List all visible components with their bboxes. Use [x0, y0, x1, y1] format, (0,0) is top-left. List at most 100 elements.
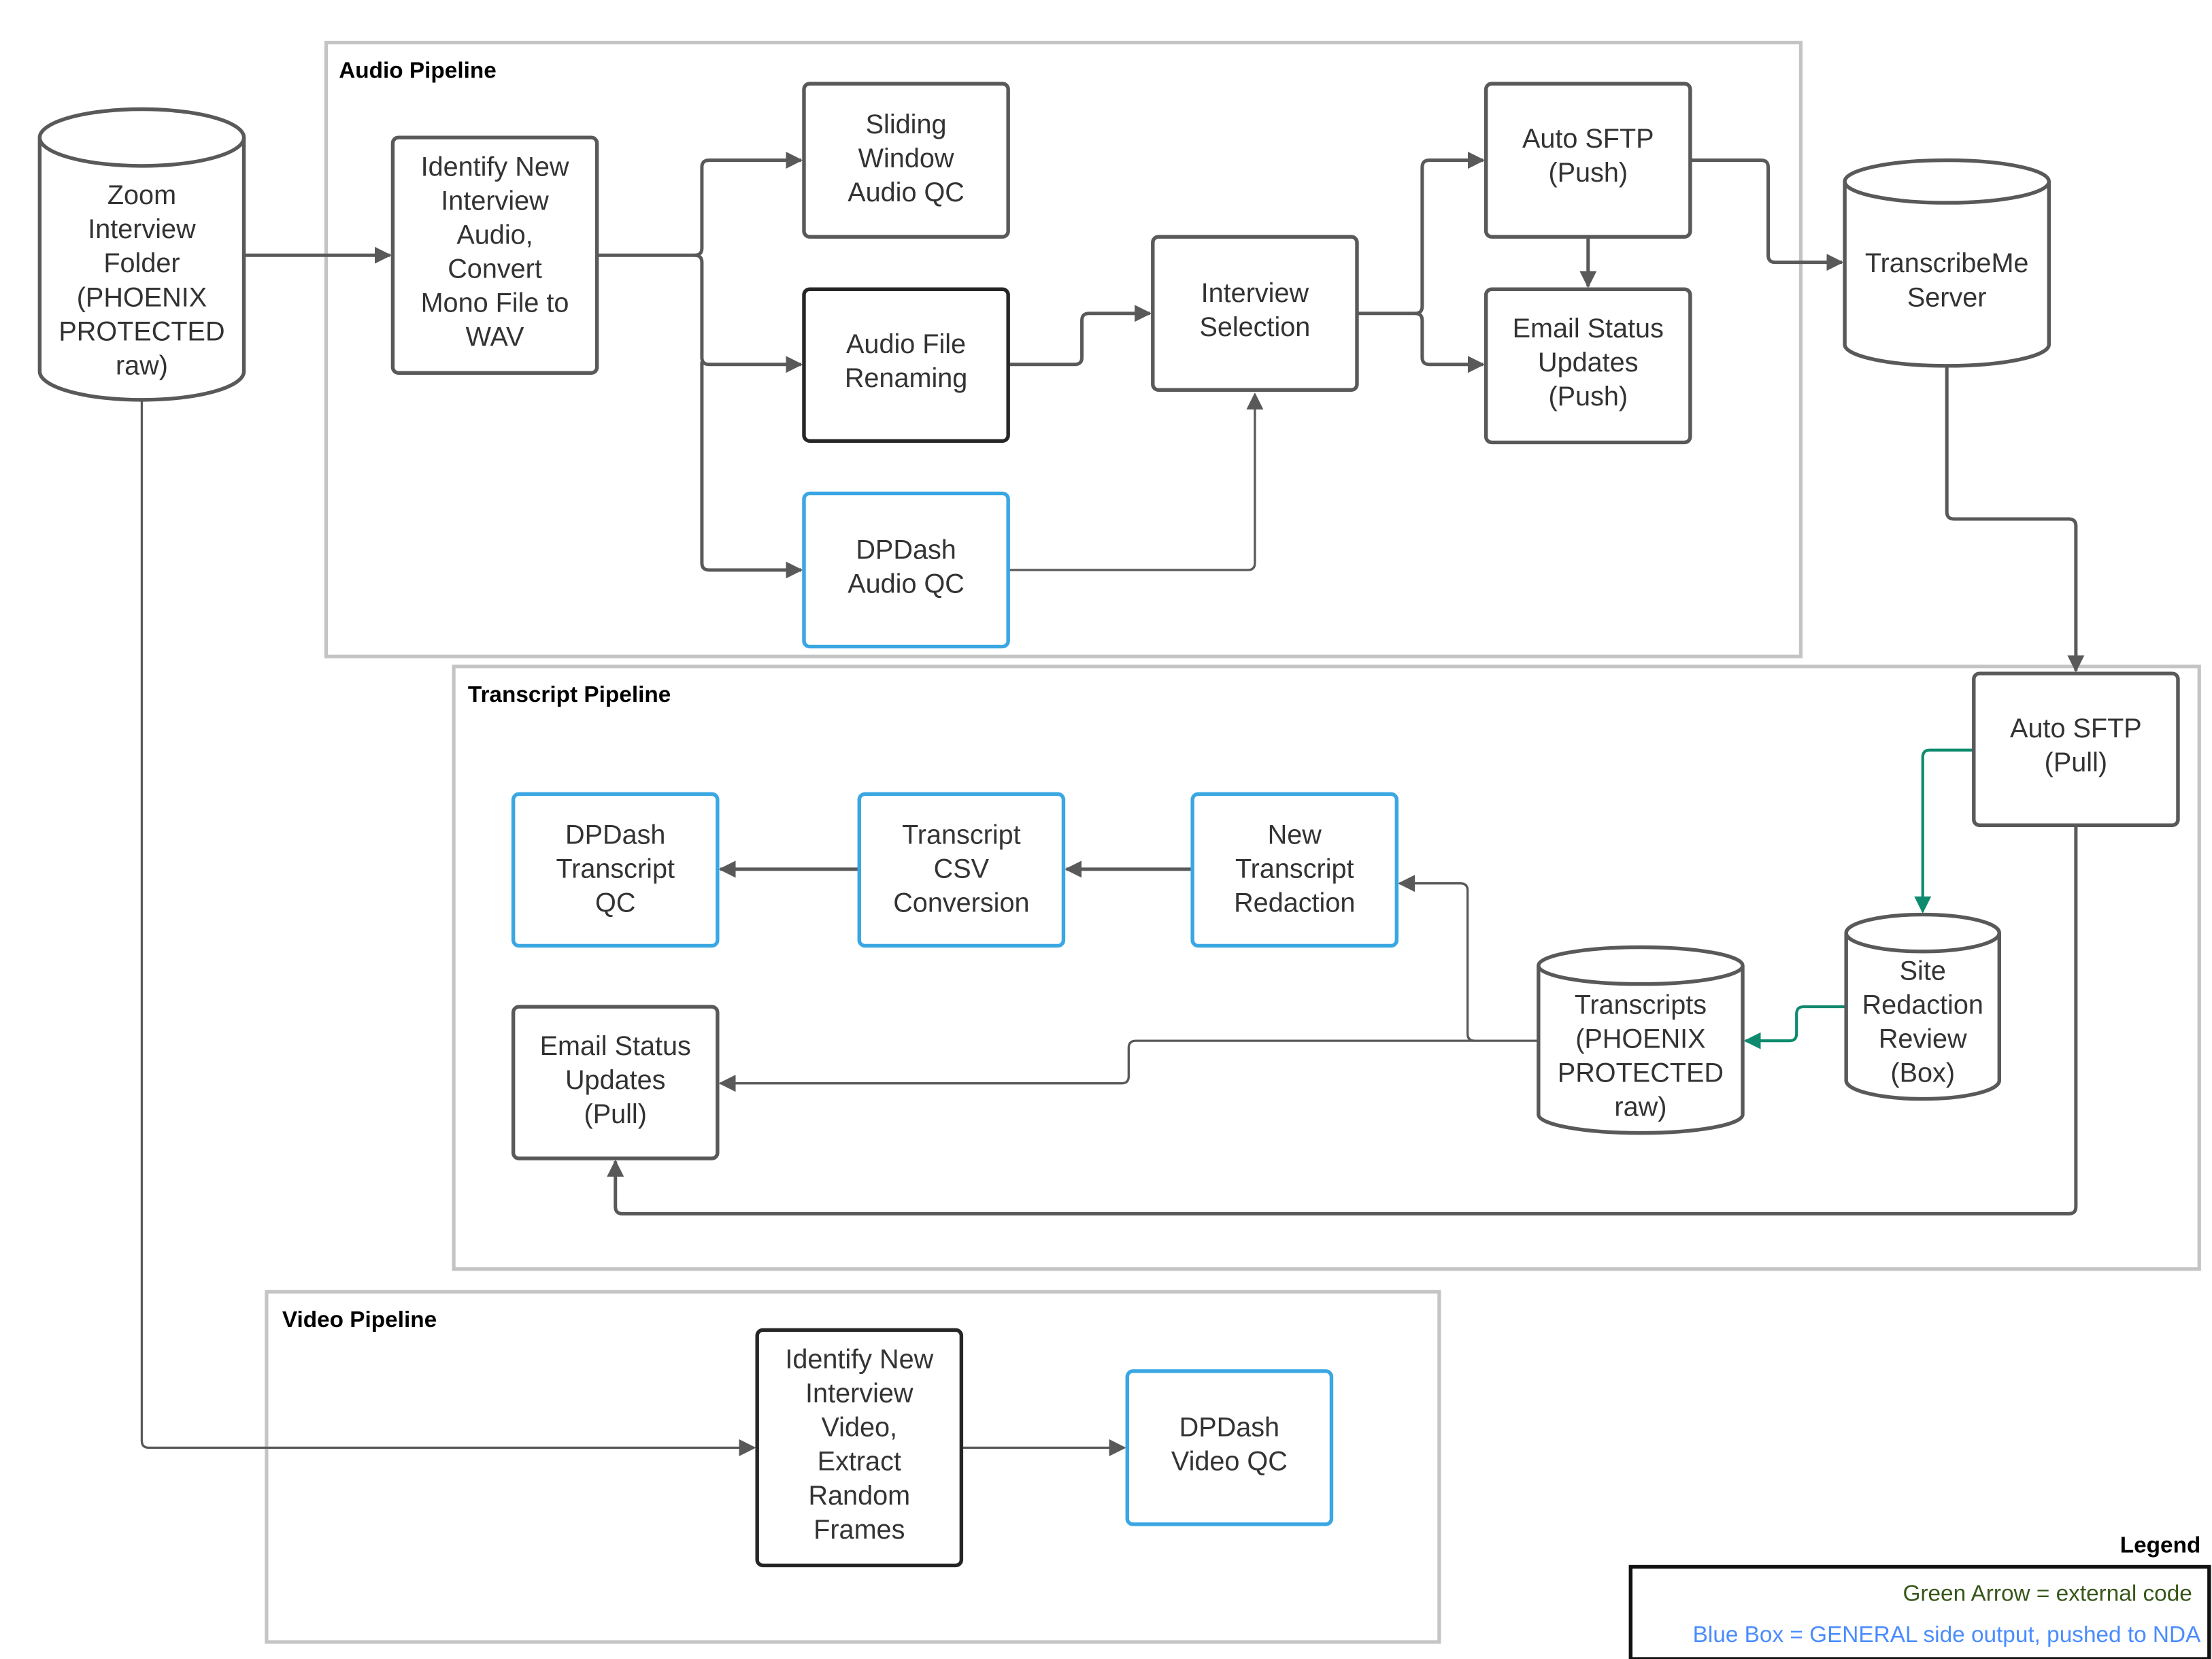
audio-pipeline-label: Audio Pipeline — [339, 58, 497, 84]
edge-transcripts-to-redaction — [1398, 875, 1539, 1042]
node-label-line: Redaction — [1862, 990, 1983, 1020]
node-label-line: DPDash — [565, 820, 665, 850]
node-label-line: Frames — [814, 1515, 905, 1545]
edge-identify-audio-fork — [597, 152, 803, 257]
edge-renaming-to-selection — [1008, 305, 1152, 367]
edge-transcripts-to-email-pull — [718, 1039, 1475, 1092]
video-pipeline-label: Video Pipeline — [282, 1307, 437, 1333]
node-label-line: Auto SFTP — [1522, 124, 1654, 154]
pipeline-diagram: Audio Pipeline Transcript Pipeline Video… — [37, 40, 2211, 1659]
legend-green-arrow: Green Arrow = external code — [1903, 1581, 2192, 1607]
edge-sftp-push-to-transcribeme — [1690, 158, 1844, 271]
node-label-line: Review — [1879, 1024, 1967, 1054]
legend-blue-box: Blue Box = GENERAL side output, pushed t… — [1693, 1622, 2201, 1647]
node-label-line: Transcript — [902, 820, 1021, 850]
transcript-pipeline-label: Transcript Pipeline — [468, 682, 671, 707]
node-zoom: Zoom Interview Folder (PHOENIX PROTECTED raw) — [37, 107, 246, 402]
node-label-line: Window — [858, 144, 954, 173]
node-label-line: DPDash — [856, 535, 956, 565]
node-sftp-push: Auto SFTP (Push) — [1484, 82, 1692, 239]
node-label-line: Server — [1907, 282, 1987, 312]
node-sftp-pull: Auto SFTP (Pull) — [1972, 671, 2180, 827]
node-label-line: Redaction — [1234, 888, 1355, 918]
node-label-line: Identify New — [785, 1345, 933, 1375]
node-label-line: (Push) — [1548, 158, 1628, 188]
node-label-line: Interview — [1201, 278, 1309, 308]
node-label-line: Folder — [103, 248, 180, 278]
node-label-line: Email Status — [540, 1031, 691, 1061]
node-label-line: Video QC — [1171, 1447, 1288, 1477]
nodes: Zoom Interview Folder (PHOENIX PROTECTED raw)… — [37, 82, 2180, 1568]
node-label-line: Zoom — [107, 180, 176, 210]
node-label-line: Video, — [821, 1413, 897, 1443]
node-label-line: (Pull) — [2045, 748, 2107, 777]
edge-site-review-to-transcripts — [1743, 1005, 1847, 1050]
node-label-line: CSV — [934, 854, 990, 884]
node-label-line: Convert — [448, 254, 542, 284]
node-sliding-qc: Sliding Window Audio QC — [802, 82, 1010, 239]
cylinder-top — [1844, 912, 2002, 954]
legend-title: Legend — [2120, 1533, 2201, 1558]
node-dpdash-audio: DPDash Audio QC — [802, 491, 1010, 649]
node-site-review: Site Redaction Review (Box) — [1844, 912, 2002, 1101]
node-label-line: TranscribeMe — [1865, 248, 2029, 278]
node-label-line: Audio QC — [848, 178, 965, 207]
node-dpdash-transcript: DPDash Transcript QC — [511, 792, 720, 948]
node-identify-audio: Identify New Interview Audio, Convert Mono F… — [390, 135, 599, 375]
node-label-line: PROTECTED — [58, 316, 224, 346]
node-label-line: WAV — [466, 322, 524, 352]
node-label-line: (Push) — [1548, 382, 1628, 412]
node-label-line: Updates — [1538, 348, 1638, 378]
node-email-push: Email Status Updates (Push) — [1484, 287, 1692, 445]
node-label-line: raw) — [116, 350, 168, 380]
edge-transcribeme-to-sftp-pull — [1945, 365, 2085, 673]
node-label-line: Site — [1900, 956, 1946, 986]
node-label-line: DPDash — [1179, 1413, 1279, 1443]
node-label-line: (PHOENIX — [1575, 1024, 1705, 1054]
node-label-line: (Pull) — [584, 1099, 647, 1129]
edge-selection-to-sftp-push — [1356, 152, 1486, 316]
edge-sftp-pull-to-site-review — [1914, 748, 1974, 914]
node-label-line: raw) — [1614, 1092, 1666, 1122]
node-label-line: Audio, — [456, 220, 533, 250]
cylinder-top — [1537, 945, 1745, 986]
node-dpdash-video: DPDash Video QC — [1125, 1369, 1334, 1526]
cylinder-top — [37, 107, 246, 168]
node-label-line: Renaming — [845, 363, 967, 393]
node-label-line: Interview — [805, 1379, 914, 1409]
node-label-line: Identify New — [421, 152, 569, 182]
node-label-line: Transcript — [1235, 854, 1354, 884]
node-selection: Interview Selection — [1151, 235, 1359, 392]
node-label-line: Conversion — [893, 888, 1029, 918]
node-label-line: Mono File to — [421, 288, 569, 318]
node-transcribeme: TranscribeMe Server — [1843, 158, 2051, 368]
node-label-line: Interview — [88, 214, 196, 244]
edge-identify-audio-to-dpdash-audio — [700, 361, 803, 579]
node-label-line: New — [1268, 820, 1322, 850]
node-label-line: Auto SFTP — [2010, 714, 2142, 743]
node-label-line: PROTECTED — [1558, 1058, 1724, 1088]
node-label-line: Extract — [818, 1447, 901, 1477]
node-label-line: (PHOENIX — [77, 282, 207, 312]
edge-identify-audio-to-renaming — [694, 253, 803, 373]
node-email-pull: Email Status Updates (Pull) — [511, 1005, 720, 1160]
node-label-line: Email Status — [1513, 314, 1664, 343]
edge-selection-to-email-push — [1415, 312, 1486, 373]
node-redaction: New Transcript Redaction — [1190, 792, 1399, 948]
node-label-line: Transcripts — [1575, 990, 1707, 1020]
node-label-line: Audio QC — [848, 569, 965, 599]
node-label-line: Updates — [565, 1065, 665, 1095]
node-label-line: Random — [808, 1481, 910, 1511]
node-label-line: Interview — [441, 186, 549, 216]
node-renaming: Audio File Renaming — [802, 287, 1010, 443]
node-transcripts: Transcripts (PHOENIX PROTECTED raw) — [1537, 945, 1745, 1135]
node-identify-video: Identify New Interview Video, Extract Random… — [755, 1328, 964, 1568]
node-label-line: QC — [595, 888, 635, 918]
node-label-line: Selection — [1199, 312, 1310, 342]
node-label-line: Audio File — [846, 329, 966, 359]
cylinder-top — [1843, 158, 2051, 205]
node-label-line: Transcript — [556, 854, 675, 884]
edge-dpdash-audio-to-selection — [1008, 392, 1264, 571]
node-label-line: (Box) — [1890, 1058, 1955, 1088]
node-label-line: Sliding — [866, 110, 947, 139]
